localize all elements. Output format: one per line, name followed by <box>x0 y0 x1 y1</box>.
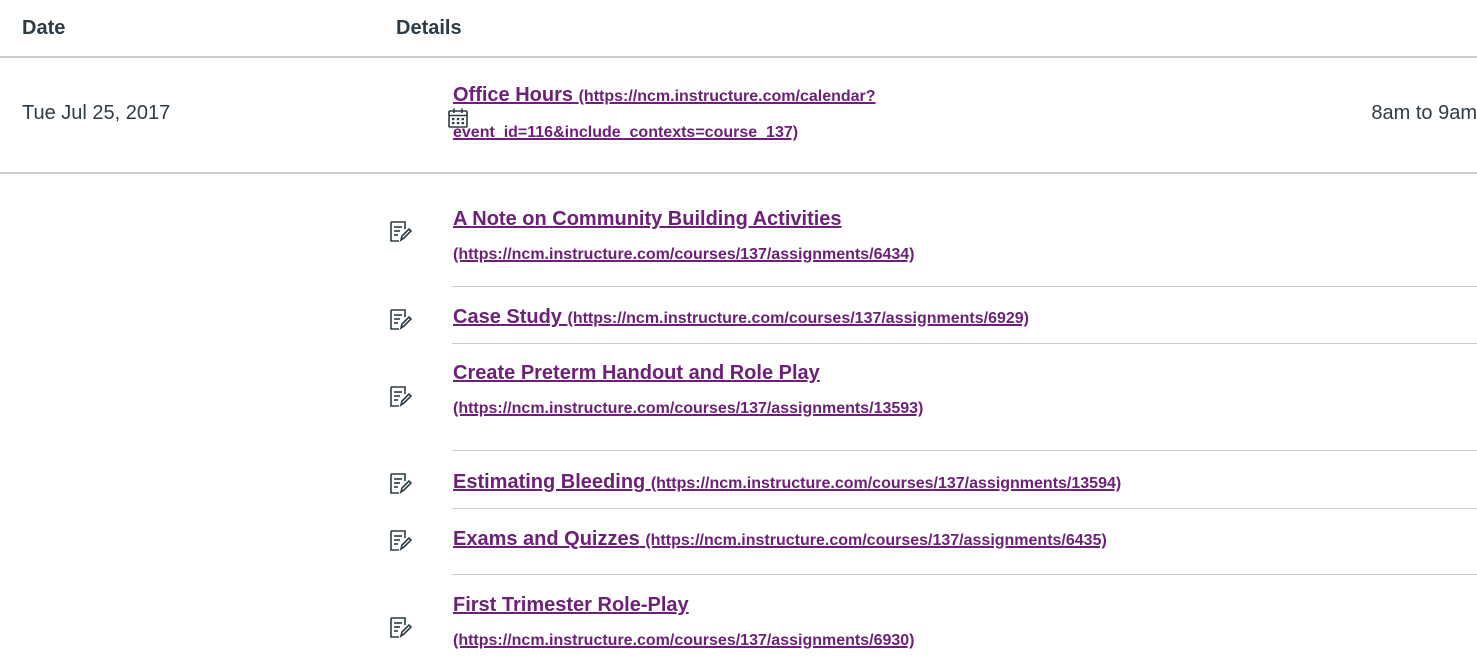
row-divider <box>452 508 1477 509</box>
assignment-title: A Note on Community Building Activities <box>453 208 842 230</box>
assignment-icon <box>388 308 413 330</box>
assignment-link[interactable]: Estimating Bleeding (https://ncm.instruc… <box>453 465 1477 501</box>
event-time: 8am to 9am <box>1371 102 1477 124</box>
assignment-link[interactable]: First Trimester Role-Play (https://ncm.in… <box>453 588 977 658</box>
details-column-header: Details <box>396 17 462 39</box>
assignment-link[interactable]: Create Preterm Handout and Role Play (htt… <box>453 356 977 426</box>
event-row: Tue Jul 25, 2017 Office Hours (https://n… <box>0 58 1477 174</box>
event-title: Office Hours <box>453 84 574 106</box>
assignment-url: (https://ncm.instructure.com/courses/137… <box>567 310 1029 327</box>
assignment-title: Case Study <box>453 306 562 328</box>
date-column-header: Date <box>22 17 66 39</box>
assignment-url: (https://ncm.instructure.com/courses/137… <box>453 246 915 263</box>
row-divider <box>452 450 1477 451</box>
assignment-link[interactable]: Case Study (https://ncm.instructure.com/… <box>453 300 1477 336</box>
assignment-icon <box>388 616 413 638</box>
assignment-link[interactable]: Exams and Quizzes (https://ncm.instructu… <box>453 522 1477 558</box>
row-divider <box>452 574 1477 575</box>
assignment-icon <box>388 472 413 494</box>
row-divider <box>452 343 1477 344</box>
event-link[interactable]: Office Hours (https://ncm.instructure.co… <box>453 78 1077 150</box>
assignment-url: (https://ncm.instructure.com/courses/137… <box>453 632 915 649</box>
assignment-link[interactable]: A Note on Community Building Activities (… <box>453 202 977 272</box>
row-divider <box>452 286 1477 287</box>
assignment-title: Create Preterm Handout and Role Play <box>453 362 820 384</box>
assignment-icon <box>388 385 413 407</box>
assignment-icon <box>388 220 413 242</box>
assignment-url: (https://ncm.instructure.com/courses/137… <box>453 400 924 417</box>
assignment-title: Exams and Quizzes <box>453 528 640 550</box>
assignment-title: Estimating Bleeding <box>453 471 646 493</box>
event-date: Tue Jul 25, 2017 <box>22 102 171 124</box>
assignment-icon <box>388 529 413 551</box>
assignment-url: (https://ncm.instructure.com/courses/137… <box>650 475 1122 492</box>
table-header: Date Details <box>0 0 1477 58</box>
assignment-title: First Trimester Role-Play <box>453 594 689 616</box>
assignment-url: (https://ncm.instructure.com/courses/137… <box>645 532 1107 549</box>
